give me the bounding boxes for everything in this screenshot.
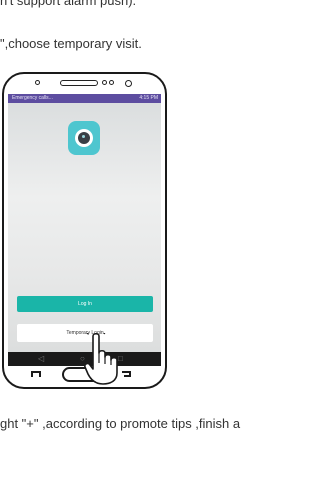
instruction-top-line: n't support alarm push). <box>0 0 137 8</box>
status-left-text: Emergency calls... <box>12 95 53 101</box>
menu-key-icon <box>31 371 41 377</box>
camera-app-icon <box>68 121 100 155</box>
phone-screen: Emergency calls... 4:15 PM Log In Tempor… <box>8 94 161 352</box>
instruction-choose-temporary: ",choose temporary visit. <box>0 36 142 51</box>
sensor-icon <box>109 80 114 85</box>
instruction-bottom-line: ght "+" ,according to promote tips ,fini… <box>0 416 241 431</box>
back-icon[interactable]: ◁ <box>38 354 44 364</box>
login-button[interactable]: Log In <box>17 296 153 312</box>
front-camera-icon <box>35 80 40 85</box>
status-bar: Emergency calls... 4:15 PM <box>8 94 161 103</box>
front-camera-icon <box>125 80 132 87</box>
speaker-grille <box>60 80 98 86</box>
sensor-icon <box>102 80 107 85</box>
pointing-hand-icon <box>84 333 118 385</box>
status-time: 4:15 PM <box>139 95 158 101</box>
